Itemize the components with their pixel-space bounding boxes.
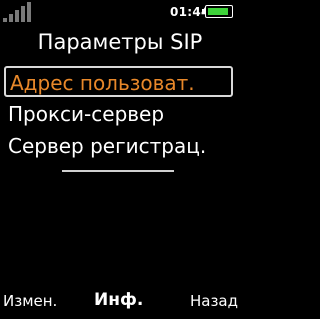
softkey-edit[interactable]: Измен. — [3, 292, 57, 310]
menu-item-label: Сервер регистрац. — [8, 134, 207, 158]
list-end-divider — [62, 170, 174, 172]
signal-strength-icon — [3, 2, 33, 22]
battery-icon — [202, 5, 233, 18]
softkey-back[interactable]: Назад — [190, 292, 238, 310]
softkey-bar: Измен. Инф. Назад — [0, 290, 240, 316]
menu-item-proxy-server[interactable]: Прокси-сервер — [4, 99, 233, 130]
status-bar: 01:44 — [0, 0, 240, 26]
page-title: Параметры SIP — [37, 30, 203, 54]
menu-item-registrar-server[interactable]: Сервер регистрац. — [4, 131, 233, 162]
phone-screen: 01:44 Параметры SIP Адрес пользоват. Про… — [0, 0, 240, 319]
softkey-info[interactable]: Инф. — [94, 290, 143, 310]
menu-item-label: Адрес пользоват. — [10, 71, 195, 95]
menu-item-user-address[interactable]: Адрес пользоват. — [4, 66, 233, 97]
menu-item-label: Прокси-сервер — [8, 102, 165, 126]
